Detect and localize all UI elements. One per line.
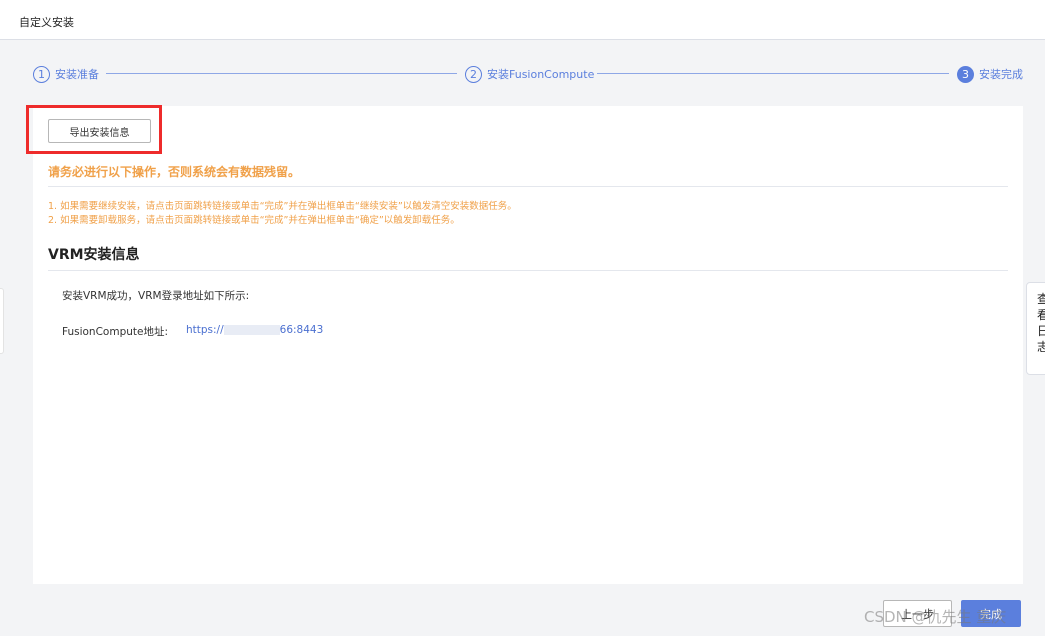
view-log-panel[interactable]: 查 看 日 志 (1026, 282, 1045, 375)
step-2-label: 安装FusionCompute (487, 68, 595, 81)
view-log-char-3: 日 (1037, 324, 1045, 338)
title-bar: 自定义安装 (0, 0, 1045, 40)
address-label: FusionCompute地址: (62, 326, 169, 338)
step-1-label: 安装准备 (55, 68, 99, 81)
step-1: 1 安装准备 (33, 64, 99, 84)
warning-title: 请务必进行以下操作，否则系统会有数据残留。 (48, 165, 301, 179)
redacted-ip-mask (223, 325, 280, 335)
step-connector-2 (597, 73, 949, 74)
view-log-char-2: 看 (1037, 308, 1045, 322)
warning-divider (48, 186, 1008, 187)
address-prefix: https:// (186, 324, 224, 336)
step-3-label: 安装完成 (979, 68, 1023, 81)
step-1-number: 1 (33, 65, 50, 83)
window-title: 自定义安装 (19, 16, 74, 29)
highlight-box (26, 105, 162, 154)
view-log-char-4: 志 (1037, 340, 1045, 354)
vrm-address-link[interactable]: https:// 66:8443 (186, 324, 323, 336)
step-3: 3 安装完成 (957, 64, 1023, 84)
step-2: 2 安装FusionCompute (465, 64, 594, 84)
section-title-vrm: VRM安装信息 (48, 247, 140, 263)
install-success-text: 安装VRM成功，VRM登录地址如下所示: (62, 290, 250, 302)
step-3-number: 3 (957, 65, 974, 83)
view-log-char-1: 查 (1037, 292, 1045, 306)
warning-item-2: 2. 如果需要卸载服务，请点击页面跳转链接或单击“完成”并在弹出框单击“确定”以… (48, 215, 460, 226)
warning-item-1: 1. 如果需要继续安装，请点击页面跳转链接或单击“完成”并在弹出框单击“继续安装… (48, 201, 517, 212)
left-collapse-tab[interactable] (0, 288, 4, 354)
section-divider (48, 270, 1008, 271)
step-connector-1 (106, 73, 457, 74)
step-2-number: 2 (465, 65, 482, 83)
address-suffix: 66:8443 (279, 324, 324, 336)
watermark: CSDN @仇先生 重庆 (864, 608, 1007, 626)
